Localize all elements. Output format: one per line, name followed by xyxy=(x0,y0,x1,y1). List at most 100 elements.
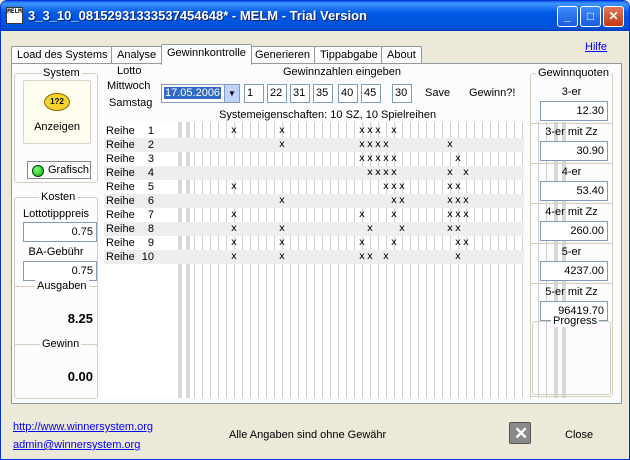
day-samstag[interactable]: Samstag xyxy=(109,97,152,109)
quote-value[interactable]: 30.90 xyxy=(540,141,608,161)
day-mittwoch[interactable]: Mittwoch xyxy=(107,80,150,92)
lotto-label: Lotto xyxy=(117,65,142,77)
save-button[interactable]: Save xyxy=(425,87,450,99)
table-row: Reihe 4 x x x x x x xyxy=(104,166,524,180)
lottotipppreis-field[interactable]: 0.75 xyxy=(23,222,97,242)
ba-gebuehr-label: BA-Gebühr xyxy=(28,246,84,258)
grid-mark: x xyxy=(359,251,365,262)
close-label[interactable]: Close xyxy=(565,429,593,441)
row-label: Reihe xyxy=(106,237,135,249)
kosten-group: Kosten Lottotipppreis 0.75 BA-Gebühr 0.7… xyxy=(14,191,98,399)
grid-mark: x xyxy=(383,181,389,192)
grid-mark: x xyxy=(231,125,237,136)
progress-group: Progress xyxy=(532,315,611,395)
grid-mark: x xyxy=(455,181,461,192)
date-dropdown[interactable]: 17.05.2006 ▼ xyxy=(161,84,240,103)
row-number: 3 xyxy=(147,153,154,165)
close-window-button[interactable]: ✕ xyxy=(603,6,624,27)
grid-mark: x xyxy=(399,181,405,192)
gewinnzahl-5[interactable]: 40 xyxy=(338,84,358,103)
close-app-button[interactable]: ✕ xyxy=(509,422,531,444)
app-icon-text: MELM xyxy=(7,8,22,15)
gewinnkontrolle-panel: System 1?2 Anzeigen Grafisch Kosten Lott… xyxy=(11,63,622,404)
minimize-button[interactable]: _ xyxy=(557,6,578,27)
email-link[interactable]: admin@winnersystem.org xyxy=(13,439,140,451)
close-icon: ✕ xyxy=(608,9,619,23)
grid-mark: x xyxy=(455,223,461,234)
quote-value[interactable]: 4237.00 xyxy=(540,261,608,281)
grid-mark: x xyxy=(447,195,453,206)
system-group: System 1?2 Anzeigen Grafisch xyxy=(14,67,98,183)
gewinnzahl-4[interactable]: 35 xyxy=(313,84,333,103)
grid-mark: x xyxy=(391,237,397,248)
grid-mark: x xyxy=(455,209,461,220)
grid-mark: x xyxy=(447,209,453,220)
table-row: Reihe 9 x x x x x x xyxy=(104,236,524,250)
tab-about[interactable]: About xyxy=(381,46,422,64)
system-info: Systemeigenschaften: 10 SZ, 10 Spielreih… xyxy=(219,109,437,121)
anzeigen-button[interactable]: 1?2 Anzeigen xyxy=(23,80,91,144)
maximize-icon: □ xyxy=(586,9,595,23)
row-number: 6 xyxy=(147,195,154,207)
status-light-icon xyxy=(32,165,44,177)
close-x-icon: ✕ xyxy=(514,424,529,443)
grid-mark: x xyxy=(367,125,373,136)
quote-label: 5-er xyxy=(561,246,582,258)
table-row: Reihe 6 x x x x x x xyxy=(104,194,524,208)
gewinnzahl-6[interactable]: 45 xyxy=(361,84,381,103)
tab-gewinnkontrolle[interactable]: Gewinnkontrolle xyxy=(161,44,252,65)
grid-mark: x xyxy=(367,167,373,178)
grid-mark: x xyxy=(463,195,469,206)
title-bar[interactable]: MELM 3_3_10_08152931333537454648* - MELM… xyxy=(1,1,629,31)
grid-mark: x xyxy=(391,167,397,178)
grid-mark: x xyxy=(279,223,285,234)
chevron-down-icon[interactable]: ▼ xyxy=(224,85,239,102)
gewinnzahl-3[interactable]: 31 xyxy=(290,84,310,103)
quote-divider xyxy=(531,123,612,124)
maximize-button[interactable]: □ xyxy=(580,6,601,27)
quote-value[interactable]: 53.40 xyxy=(540,181,608,201)
quote-label: 3-er mit Zz xyxy=(545,126,598,138)
grid-mark: x xyxy=(279,251,285,262)
app-icon: MELM xyxy=(6,7,23,24)
quote-label: 5-er mit Zz xyxy=(545,286,598,298)
grid-mark: x xyxy=(359,139,365,150)
grid-mark: x xyxy=(391,153,397,164)
grafisch-indicator[interactable]: Grafisch xyxy=(27,161,91,179)
grid-mark: x xyxy=(367,223,373,234)
grid-mark: x xyxy=(359,153,365,164)
row-label: Reihe xyxy=(106,153,135,165)
tab-tippabgabe[interactable]: Tippabgabe xyxy=(314,46,384,64)
grid-mark: x xyxy=(391,195,397,206)
gewinnquoten-group: Gewinnquoten 3-er 12.30 3-er mit Zz 30.90 4-… xyxy=(530,67,613,397)
quote-value[interactable]: 12.30 xyxy=(540,101,608,121)
table-row: Reihe 2 x x x x x x xyxy=(104,138,524,152)
grid-mark: x xyxy=(359,237,365,248)
ba-gebuehr-field[interactable]: 0.75 xyxy=(23,261,97,281)
quote-divider xyxy=(531,243,612,244)
row-label: Reihe xyxy=(106,209,135,221)
grid-mark: x xyxy=(375,125,381,136)
website-link[interactable]: http://www.winnersystem.org xyxy=(13,421,153,433)
grid-mark: x xyxy=(391,181,397,192)
tab-generieren[interactable]: Generieren xyxy=(249,46,317,64)
quote-value[interactable]: 260.00 xyxy=(540,221,608,241)
gewinnzahlen-label: Gewinnzahlen eingeben xyxy=(283,66,402,78)
row-label: Reihe xyxy=(106,139,135,151)
anzeigen-label: Anzeigen xyxy=(34,121,80,133)
ausgaben-label: Ausgaben xyxy=(35,280,89,292)
grid-mark: x xyxy=(383,153,389,164)
grid-mark: x xyxy=(375,153,381,164)
gewinnquoten-label: Gewinnquoten xyxy=(536,67,611,79)
row-number: 10 xyxy=(141,251,154,263)
help-link[interactable]: Hilfe xyxy=(585,41,607,53)
gewinnzahl-2[interactable]: 22 xyxy=(267,84,287,103)
gewinn-check-button[interactable]: Gewinn?! xyxy=(469,87,515,99)
lotto-group: Lotto Mittwoch Samstag Gewinnzahlen eing… xyxy=(103,65,525,123)
table-row: Reihe 5 x x x x x x xyxy=(104,180,524,194)
minimize-icon: _ xyxy=(564,9,571,23)
tab-load-des-systems[interactable]: Load des Systems xyxy=(11,46,114,64)
gewinnzahl-1[interactable]: 1 xyxy=(244,84,264,103)
zusatzzahl-field[interactable]: 30 xyxy=(392,84,412,103)
tab-analyse[interactable]: Analyse xyxy=(111,46,163,64)
